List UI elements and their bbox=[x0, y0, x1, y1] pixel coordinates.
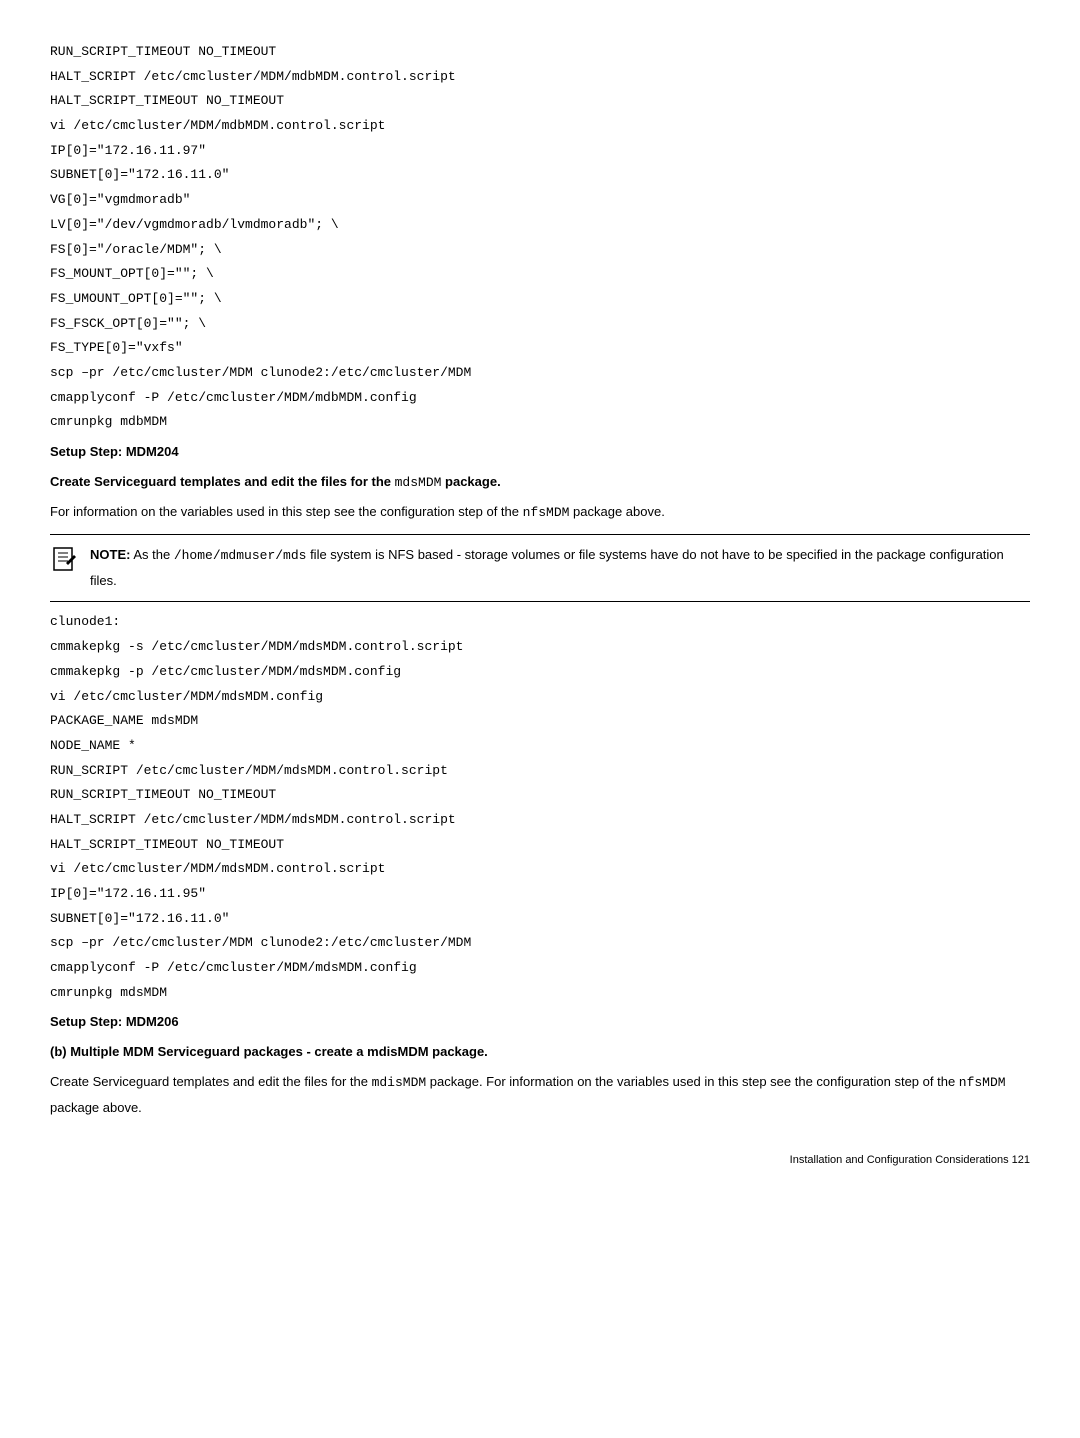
body-mid: package. For information on the variable… bbox=[426, 1074, 959, 1089]
note-label: NOTE: bbox=[90, 547, 130, 562]
code-line: vi /etc/cmcluster/MDM/mdsMDM.control.scr… bbox=[50, 857, 1030, 882]
body-suffix: package above. bbox=[569, 504, 664, 519]
code-block-2: clunode1: cmmakepkg -s /etc/cmcluster/MD… bbox=[50, 610, 1030, 1005]
note-icon bbox=[50, 545, 80, 582]
page-footer: Installation and Configuration Considera… bbox=[50, 1150, 1030, 1171]
body-suffix: package above. bbox=[50, 1100, 142, 1115]
code-line: PACKAGE_NAME mdsMDM bbox=[50, 709, 1030, 734]
code-line: IP[0]="172.16.11.97" bbox=[50, 139, 1030, 164]
code-line: HALT_SCRIPT /etc/cmcluster/MDM/mdsMDM.co… bbox=[50, 808, 1030, 833]
code-line: SUBNET[0]="172.16.11.0" bbox=[50, 907, 1030, 932]
code-line: vi /etc/cmcluster/MDM/mdsMDM.config bbox=[50, 685, 1030, 710]
note-prefix: As the bbox=[130, 547, 173, 562]
body-code: nfsMDM bbox=[959, 1075, 1006, 1090]
code-line: HALT_SCRIPT /etc/cmcluster/MDM/mdbMDM.co… bbox=[50, 65, 1030, 90]
code-line: scp –pr /etc/cmcluster/MDM clunode2:/etc… bbox=[50, 931, 1030, 956]
body-code: nfsMDM bbox=[523, 505, 570, 520]
body-paragraph: For information on the variables used in… bbox=[50, 500, 1030, 526]
divider bbox=[50, 534, 1030, 535]
body-paragraph: Create Serviceguard templates and edit t… bbox=[50, 1070, 1030, 1120]
note-code: /home/mdmuser/mds bbox=[174, 548, 307, 563]
code-line: HALT_SCRIPT_TIMEOUT NO_TIMEOUT bbox=[50, 833, 1030, 858]
code-block-1: RUN_SCRIPT_TIMEOUT NO_TIMEOUT HALT_SCRIP… bbox=[50, 40, 1030, 435]
code-line: cmapplyconf -P /etc/cmcluster/MDM/mdbMDM… bbox=[50, 386, 1030, 411]
multiple-packages-heading: (b) Multiple MDM Serviceguard packages -… bbox=[50, 1040, 1030, 1065]
code-line: FS_UMOUNT_OPT[0]=""; \ bbox=[50, 287, 1030, 312]
body-prefix: For information on the variables used in… bbox=[50, 504, 523, 519]
code-line: IP[0]="172.16.11.95" bbox=[50, 882, 1030, 907]
code-line: FS_TYPE[0]="vxfs" bbox=[50, 336, 1030, 361]
code-line: RUN_SCRIPT_TIMEOUT NO_TIMEOUT bbox=[50, 40, 1030, 65]
body-prefix: Create Serviceguard templates and edit t… bbox=[50, 1074, 372, 1089]
heading-suffix: package. bbox=[441, 474, 500, 489]
code-line: cmrunpkg mdbMDM bbox=[50, 410, 1030, 435]
create-serviceguard-heading: Create Serviceguard templates and edit t… bbox=[50, 470, 1030, 496]
code-line: vi /etc/cmcluster/MDM/mdbMDM.control.scr… bbox=[50, 114, 1030, 139]
note-block: NOTE: As the /home/mdmuser/mds file syst… bbox=[50, 543, 1030, 593]
divider bbox=[50, 601, 1030, 602]
note-text: NOTE: As the /home/mdmuser/mds file syst… bbox=[90, 543, 1030, 593]
code-line: clunode1: bbox=[50, 610, 1030, 635]
code-line: NODE_NAME * bbox=[50, 734, 1030, 759]
code-line: FS_MOUNT_OPT[0]=""; \ bbox=[50, 262, 1030, 287]
code-line: scp –pr /etc/cmcluster/MDM clunode2:/etc… bbox=[50, 361, 1030, 386]
code-line: LV[0]="/dev/vgmdmoradb/lvmdmoradb"; \ bbox=[50, 213, 1030, 238]
code-line: VG[0]="vgmdmoradb" bbox=[50, 188, 1030, 213]
code-line: cmapplyconf -P /etc/cmcluster/MDM/mdsMDM… bbox=[50, 956, 1030, 981]
code-line: RUN_SCRIPT /etc/cmcluster/MDM/mdsMDM.con… bbox=[50, 759, 1030, 784]
setup-step-heading: Setup Step: MDM204 bbox=[50, 440, 1030, 465]
code-line: FS_FSCK_OPT[0]=""; \ bbox=[50, 312, 1030, 337]
body-code: mdisMDM bbox=[372, 1075, 427, 1090]
heading-code: mdsMDM bbox=[395, 475, 442, 490]
code-line: cmmakepkg -s /etc/cmcluster/MDM/mdsMDM.c… bbox=[50, 635, 1030, 660]
code-line: RUN_SCRIPT_TIMEOUT NO_TIMEOUT bbox=[50, 783, 1030, 808]
code-line: SUBNET[0]="172.16.11.0" bbox=[50, 163, 1030, 188]
setup-step-heading: Setup Step: MDM206 bbox=[50, 1010, 1030, 1035]
code-line: HALT_SCRIPT_TIMEOUT NO_TIMEOUT bbox=[50, 89, 1030, 114]
code-line: cmrunpkg mdsMDM bbox=[50, 981, 1030, 1006]
code-line: FS[0]="/oracle/MDM"; \ bbox=[50, 238, 1030, 263]
heading-prefix: Create Serviceguard templates and edit t… bbox=[50, 474, 395, 489]
code-line: cmmakepkg -p /etc/cmcluster/MDM/mdsMDM.c… bbox=[50, 660, 1030, 685]
